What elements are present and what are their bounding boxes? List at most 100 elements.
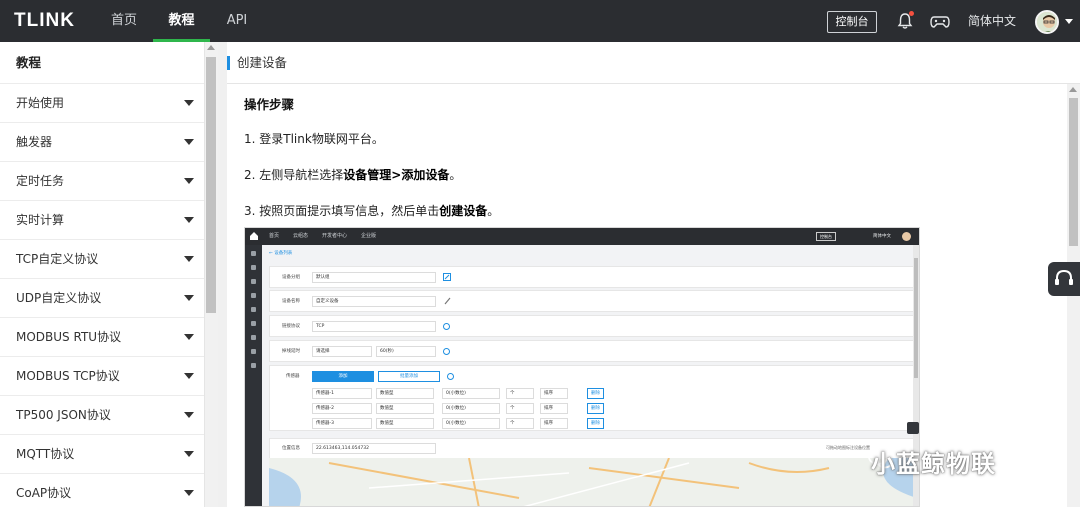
screenshot-batch-add-button: 批量添加	[378, 371, 440, 382]
sidebar-item-mqtt[interactable]: MQTT协议	[0, 435, 204, 474]
content-header: 创建设备	[227, 42, 1080, 84]
scroll-up-icon[interactable]	[1069, 87, 1077, 92]
support-button[interactable]	[1048, 262, 1080, 296]
tutorial-sidebar: 教程 开始使用 触发器 定时任务 实时计算 TCP自定义协议 UDP自定义协议 …	[0, 42, 205, 507]
nav-tutorial[interactable]: 教程	[153, 0, 210, 42]
menu-icon	[251, 349, 256, 354]
sidebar-item-udp-protocol[interactable]: UDP自定义协议	[0, 279, 204, 318]
sidebar-item-label: 触发器	[16, 135, 53, 149]
screenshot-add-button: 添加	[312, 371, 374, 382]
menu-icon	[251, 321, 256, 326]
sidebar-item-scheduled-task[interactable]: 定时任务	[0, 162, 204, 201]
screenshot-nav-item: 云组态	[293, 233, 309, 239]
screenshot-label: 链接协议	[282, 324, 300, 329]
screenshot-nav-item: 首页	[269, 233, 280, 239]
sensor-name: 传感器-3	[312, 418, 372, 429]
section-title: 操作步骤	[244, 97, 295, 112]
screenshot-sidebar	[245, 245, 262, 506]
screenshot-label: 位置信息	[282, 446, 300, 451]
screenshot-console-button: 控制台	[816, 232, 836, 241]
screenshot-back-link: ← 设备列表	[269, 251, 293, 256]
screenshot-nav-item: 企业版	[361, 233, 377, 239]
device-form-screenshot: 首页 云组态 开发者中心 企业版 控制台 简体中文 ← 设备列表 设备分组 默认…	[244, 227, 920, 507]
screenshot-navbar: 首页 云组态 开发者中心 企业版 控制台 简体中文	[245, 228, 919, 245]
screenshot-select: TCP	[312, 321, 436, 332]
step-text: 。	[449, 168, 462, 182]
sensor-order: 排序	[540, 388, 568, 399]
step-bold-text: 创建设备	[439, 204, 488, 218]
sidebar-item-tcp-protocol[interactable]: TCP自定义协议	[0, 240, 204, 279]
menu-icon	[251, 335, 256, 340]
menu-icon	[251, 363, 256, 368]
sidebar-item-label: MODBUS TCP协议	[16, 369, 120, 383]
screenshot-label: 设备分组	[282, 275, 300, 280]
watermark: 小蓝鲸物联	[871, 450, 996, 478]
nav-home[interactable]: 首页	[104, 0, 144, 42]
help-icon	[443, 348, 450, 355]
console-button[interactable]: 控制台	[827, 11, 877, 33]
sidebar-item-label: 实时计算	[16, 213, 65, 227]
step-text: 3. 按照页面提示填写信息，然后单击	[244, 204, 440, 218]
help-icon	[447, 373, 454, 380]
sensor-delete: 删除	[587, 388, 604, 399]
sidebar-item-label: MQTT协议	[16, 447, 75, 461]
user-avatar[interactable]	[1035, 10, 1059, 34]
screenshot-input: 默认组	[312, 272, 436, 283]
chevron-down-icon	[184, 256, 194, 262]
nav-api[interactable]: API	[220, 0, 254, 42]
screenshot-location-input: 22.613463,114.054732	[312, 443, 436, 454]
sensor-order: 排序	[540, 403, 568, 414]
step-text: 。	[487, 204, 500, 218]
sensor-decimal: 0(小数位)	[442, 418, 500, 429]
sidebar-item-modbus-rtu[interactable]: MODBUS RTU协议	[0, 318, 204, 357]
sidebar-item-modbus-tcp[interactable]: MODBUS TCP协议	[0, 357, 204, 396]
sidebar-item-realtime-compute[interactable]: 实时计算	[0, 201, 204, 240]
screenshot-location-hint: 可拖动地图标注设备位置	[826, 445, 870, 450]
headset-icon	[1055, 269, 1073, 285]
main-scroll-thumb[interactable]	[1069, 98, 1078, 246]
scroll-up-icon[interactable]	[207, 45, 215, 50]
sidebar-item-trigger[interactable]: 触发器	[0, 123, 204, 162]
sidebar-scroll-thumb[interactable]	[206, 57, 216, 313]
sidebar-item-getting-started[interactable]: 开始使用	[0, 84, 204, 123]
chevron-down-icon	[184, 217, 194, 223]
language-selector[interactable]: 简体中文	[968, 0, 1016, 42]
screenshot-row-group: 设备分组 默认组	[269, 266, 917, 288]
map-graphic	[269, 458, 917, 506]
menu-icon	[251, 265, 256, 270]
sidebar-item-label: TCP自定义协议	[16, 252, 99, 266]
chevron-down-icon	[184, 178, 194, 184]
step-3: 3. 按照页面提示填写信息，然后单击创建设备。	[244, 202, 499, 219]
avatar-dropdown-icon[interactable]	[1065, 19, 1073, 24]
screenshot-label: 设备名称	[282, 299, 300, 304]
notification-dot	[909, 11, 914, 16]
sensor-type: 数值型	[376, 388, 434, 399]
chevron-down-icon	[184, 295, 194, 301]
sidebar-item-coap[interactable]: CoAP协议	[0, 474, 204, 507]
chevron-down-icon	[184, 334, 194, 340]
screenshot-select: 请选择	[312, 346, 372, 357]
screenshot-avatar	[902, 232, 911, 241]
sensor-type: 数值型	[376, 418, 434, 429]
help-icon	[443, 323, 450, 330]
chevron-down-icon	[184, 100, 194, 106]
sensor-unit: 个	[506, 403, 534, 414]
sensor-type: 数值型	[376, 403, 434, 414]
screenshot-row-name: 设备名称 自定义设备	[269, 290, 917, 312]
step-2: 2. 左侧导航栏选择设备管理>添加设备。	[244, 166, 461, 183]
menu-icon	[251, 279, 256, 284]
screenshot-map	[269, 458, 917, 506]
screenshot-label: 传感器	[286, 374, 300, 379]
screenshot-row-timeout: 掉线延时 请选择 60(秒)	[269, 340, 917, 362]
gamepad-icon[interactable]	[930, 12, 950, 30]
sidebar-item-label: MODBUS RTU协议	[16, 330, 122, 344]
screenshot-back-label: 设备列表	[274, 251, 293, 256]
screenshot-row-location: 位置信息 22.613463,114.054732 可拖动地图标注设备位置	[269, 438, 917, 458]
edit-icon	[443, 273, 451, 281]
chevron-down-icon	[184, 139, 194, 145]
sidebar-item-tp500-json[interactable]: TP500 JSON协议	[0, 396, 204, 435]
chevron-down-icon	[184, 451, 194, 457]
logo[interactable]: TLINK	[14, 10, 75, 32]
step-bold-text: 设备管理>添加设备	[343, 168, 450, 182]
screenshot-row-sensors: 传感器 添加 批量添加 传感器-1 数值型 0(小数位) 个 排序 删除 传感器…	[269, 365, 917, 431]
